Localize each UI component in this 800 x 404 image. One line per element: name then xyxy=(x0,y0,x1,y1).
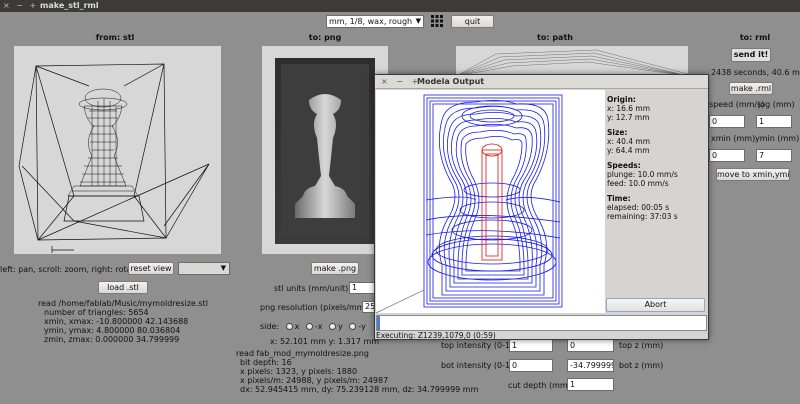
png-info-line: x pixels/m: 24988, y pixels/m: 24987 xyxy=(240,376,389,385)
chevron-down-icon: ▼ xyxy=(220,264,226,272)
preset-select[interactable]: mm, 1/8, wax, rough ▼ xyxy=(326,15,424,28)
window-title: make_stl_rml xyxy=(40,1,99,10)
plunge-speed: plunge: 10.0 mm/s xyxy=(607,170,678,179)
png-resolution-label: png resolution (pixels/mm): xyxy=(260,303,371,312)
stl-info: read /home/fablab/Music/mymoldresize.stl… xyxy=(38,299,208,344)
bot-intensity-field[interactable]: 0 xyxy=(509,359,553,372)
origin-y: y: 12.7 mm xyxy=(607,113,650,122)
top-z-field[interactable]: 0 xyxy=(567,339,614,352)
cursor-coords: x: 52.101 mm y: 1.317 mm xyxy=(270,337,380,346)
top-z-label: top z (mm) xyxy=(619,341,664,350)
stl-info-line: zmin, zmax: 0.000000 34.799999 xyxy=(44,335,180,344)
top-intensity-field[interactable]: 1 xyxy=(509,339,553,352)
side-radio-x[interactable] xyxy=(285,323,293,330)
job-time-estimate: 2438 seconds, 40.6 minutes, 0.68 xyxy=(711,68,800,77)
preset-select-value: mm, 1/8, wax, rough xyxy=(329,17,413,26)
speeds-heading: Speeds: xyxy=(607,161,641,170)
jog-field[interactable]: 1 xyxy=(756,115,792,128)
make-rml-button[interactable]: make .rml xyxy=(729,82,773,95)
stl-info-line: xmin, xmax: -10.800000 42.143688 xyxy=(44,317,189,326)
side-radio-y[interactable] xyxy=(329,323,337,330)
side-option-label: -y xyxy=(358,322,366,331)
window-controls[interactable]: × − + xyxy=(3,0,38,12)
main-titlebar: × − + make_stl_rml xyxy=(0,0,800,12)
dialog-title: Modela Output xyxy=(417,77,485,86)
height-map-image xyxy=(275,58,375,244)
execution-status: Executing: Z1239,1079,0 (0:59) xyxy=(376,331,496,340)
toolpath-drawing xyxy=(375,94,563,314)
cut-depth-label: cut depth (mm) xyxy=(508,381,571,390)
top-intensity-label: top intensity (0-1) xyxy=(441,341,514,350)
stl-units-label: stl units (mm/unit): xyxy=(274,284,351,293)
load-stl-button[interactable]: load .stl xyxy=(98,281,148,294)
speed-field[interactable]: 0 xyxy=(709,115,745,128)
stl-info-line: number of triangles: 5654 xyxy=(44,308,149,317)
grid-icon[interactable] xyxy=(430,14,444,28)
move-to-origin-button[interactable]: move to xmin,ymin xyxy=(716,168,790,181)
jog-label: jog (mm) xyxy=(758,100,795,109)
size-y: y: 64.4 mm xyxy=(607,146,650,155)
view-select[interactable]: ▼ xyxy=(178,262,230,275)
side-label: side: xyxy=(260,322,280,331)
make-png-button[interactable]: make .png xyxy=(311,262,359,275)
to-path-header: to: path xyxy=(537,33,573,42)
to-png-header: to: png xyxy=(308,33,342,42)
bot-intensity-label: bot intensity (0-1) xyxy=(441,361,514,370)
elapsed-time: elapsed: 00:05 s xyxy=(607,203,670,212)
from-stl-header: from: stl xyxy=(95,33,135,42)
stl-view-hint: left: pan, scroll: zoom, right: rotate xyxy=(0,265,140,274)
modela-output-dialog: × − + Modela Output Origin: x: 16.6 mm y… xyxy=(374,74,709,340)
abort-button[interactable]: Abort xyxy=(606,298,705,312)
stl-units-field[interactable]: 1 xyxy=(349,282,375,294)
ymin-field[interactable]: 7 xyxy=(756,149,792,162)
stl-info-line: read /home/fablab/Music/mymoldresize.stl xyxy=(38,299,208,308)
speed-label: speed (mm/s) xyxy=(709,100,765,109)
progress-bar xyxy=(376,315,707,331)
side-option-label: x xyxy=(294,322,300,331)
stl-info-line: ymin, ymax: 4.800000 80.036804 xyxy=(44,326,181,335)
png-info-line: dx: 52.945415 mm, dy: 75.239128 mm, dz: … xyxy=(240,385,479,394)
stl-view-canvas[interactable] xyxy=(14,46,221,254)
toolpath-preview xyxy=(375,90,605,314)
bot-z-field[interactable]: -34.799999 xyxy=(567,359,614,372)
size-heading: Size: xyxy=(607,128,628,137)
dialog-titlebar: × − + Modela Output xyxy=(375,75,708,89)
side-selector: side: x -x y -y xyxy=(260,322,366,331)
size-x: x: 40.4 mm xyxy=(607,137,651,146)
origin-heading: Origin: xyxy=(607,95,636,104)
cut-depth-field[interactable]: 1 xyxy=(567,378,614,391)
chevron-down-icon: ▼ xyxy=(415,17,421,25)
to-rml-header: to: rml xyxy=(739,33,771,42)
side-radio-minus-x[interactable] xyxy=(305,323,313,330)
progress-fill xyxy=(377,316,380,330)
dialog-window-controls[interactable]: × − + xyxy=(381,75,421,89)
side-option-label: -x xyxy=(314,322,323,331)
remaining-time: remaining: 37:03 s xyxy=(607,212,678,221)
quit-button[interactable]: quit xyxy=(451,15,494,28)
side-option-label: y xyxy=(338,322,343,331)
feed-speed: feed: 10.0 mm/s xyxy=(607,179,669,188)
time-heading: Time: xyxy=(607,194,631,203)
png-info: read fab_mod_mymoldresize.png bit depth:… xyxy=(236,349,478,394)
origin-x: x: 16.6 mm xyxy=(607,104,651,113)
stl-wireframe xyxy=(18,63,210,253)
bot-z-label: bot z (mm) xyxy=(619,361,664,370)
png-view-frame xyxy=(262,46,388,254)
xmin-field[interactable]: 0 xyxy=(709,149,745,162)
xmin-label: xmin (mm) xyxy=(711,134,756,143)
job-info-panel: Origin: x: 16.6 mm y: 12.7 mm Size: x: 4… xyxy=(607,95,707,221)
send-it-button[interactable]: send it! xyxy=(731,48,771,62)
png-info-line: read fab_mod_mymoldresize.png xyxy=(236,349,369,358)
reset-view-button[interactable]: reset view xyxy=(128,262,174,275)
ymin-label: ymin (mm) xyxy=(755,134,800,143)
side-radio-minus-y[interactable] xyxy=(349,323,357,330)
path-view-canvas[interactable] xyxy=(456,46,688,76)
